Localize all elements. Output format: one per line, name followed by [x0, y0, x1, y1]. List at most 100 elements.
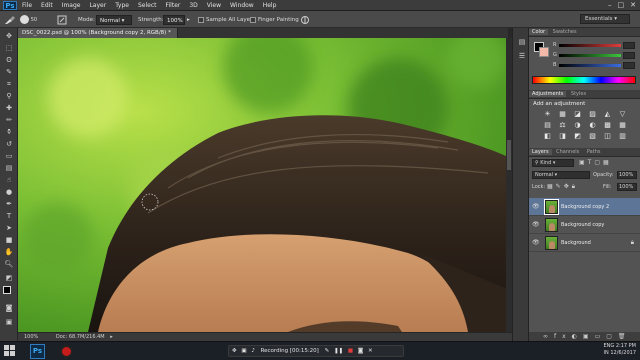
document-canvas[interactable]: [18, 38, 506, 332]
menu-edit[interactable]: Edit: [41, 0, 53, 11]
strength-input[interactable]: 100%: [163, 15, 185, 25]
finger-painting-checkbox[interactable]: Finger Painting: [250, 15, 299, 25]
layer-name[interactable]: Background copy 2: [561, 198, 609, 216]
maximize-button[interactable]: □: [618, 0, 625, 11]
tray-language[interactable]: ENG: [603, 343, 614, 349]
rec-screenshot-icon[interactable]: ◙: [358, 348, 363, 354]
curves-icon[interactable]: ◪: [573, 110, 582, 118]
selective-color-icon[interactable]: ▧: [588, 132, 597, 140]
layer-name[interactable]: Background: [561, 234, 591, 252]
quick-select-tool-icon[interactable]: ✎: [4, 68, 14, 76]
hand-tool-icon[interactable]: ✋: [4, 248, 14, 256]
history-panel-icon[interactable]: ▤: [517, 38, 527, 46]
workspace-dropdown[interactable]: Essentials ▾: [580, 14, 630, 24]
healing-brush-tool-icon[interactable]: ✚: [4, 104, 14, 112]
zoom-tool-icon[interactable]: 🔍︎: [4, 260, 14, 268]
menu-window[interactable]: Window: [230, 0, 254, 11]
mode-dropdown[interactable]: Normal ▾: [96, 15, 132, 25]
rec-camera-icon[interactable]: ▣: [241, 348, 246, 354]
red-slider[interactable]: R: [553, 42, 637, 49]
lasso-tool-icon[interactable]: ʘ: [4, 56, 14, 64]
history-brush-tool-icon[interactable]: ↺: [4, 140, 14, 148]
extra-adjust-icon[interactable]: ▥: [618, 132, 627, 140]
grid-adjust-icon[interactable]: ▦: [618, 121, 627, 129]
menu-3d[interactable]: 3D: [189, 0, 197, 11]
visibility-eye-icon[interactable]: 👁︎: [532, 203, 540, 210]
start-button-icon[interactable]: [4, 345, 16, 357]
opacity-input[interactable]: 100%: [617, 171, 637, 179]
green-slider-track[interactable]: [559, 54, 621, 57]
marquee-tool-icon[interactable]: ⬚: [4, 44, 14, 52]
rec-close-icon[interactable]: ✕: [368, 348, 373, 354]
brush-tool-icon[interactable]: ✏: [4, 116, 14, 124]
rec-pause-icon[interactable]: ❚❚: [334, 348, 343, 354]
color-balance-icon[interactable]: ▤: [543, 121, 552, 129]
pen-tool-icon[interactable]: ✒: [4, 200, 14, 208]
dodge-tool-icon[interactable]: ●: [4, 188, 14, 196]
photo-filter-icon[interactable]: ◑: [573, 121, 582, 129]
black-white-icon[interactable]: ⚖: [558, 121, 567, 129]
eraser-tool-icon[interactable]: ▭: [4, 152, 14, 160]
red-slider-track[interactable]: [559, 44, 621, 47]
shape-tool-icon[interactable]: ■: [4, 236, 14, 244]
rec-stop-icon[interactable]: ■: [348, 348, 353, 354]
channel-mixer-icon[interactable]: ◐: [588, 121, 597, 129]
color-lookup-icon[interactable]: ▩: [603, 121, 612, 129]
eyedropper-tool-icon[interactable]: ⚲: [4, 92, 14, 100]
menu-view[interactable]: View: [207, 0, 221, 11]
green-slider[interactable]: G: [553, 52, 637, 59]
hsl-icon[interactable]: ▽: [618, 110, 627, 118]
zoom-level[interactable]: 100%: [24, 334, 38, 340]
document-tab[interactable]: DSC_0022.psd @ 100% (Background copy 2, …: [18, 28, 178, 46]
blue-value-input[interactable]: [623, 62, 635, 69]
red-value-input[interactable]: [623, 42, 635, 49]
quick-mask-icon[interactable]: ◙: [4, 304, 14, 312]
sample-all-layers-checkbox[interactable]: Sample All Layers: [198, 15, 255, 25]
crop-tool-icon[interactable]: ⌗: [4, 80, 14, 88]
menu-type[interactable]: Type: [115, 0, 129, 11]
menu-image[interactable]: Image: [62, 0, 81, 11]
status-menu-arrow-icon[interactable]: ▸: [110, 334, 113, 340]
tab-color[interactable]: Color: [529, 29, 549, 35]
tray-date[interactable]: 12/6/2017: [610, 350, 636, 356]
brush-panel-icon[interactable]: [57, 15, 69, 25]
tray-time[interactable]: 2:17 PM: [616, 343, 636, 349]
visibility-eye-icon[interactable]: 👁︎: [532, 221, 540, 228]
vibrance-icon[interactable]: ◭: [603, 110, 612, 118]
brightness-contrast-icon[interactable]: ☀: [543, 110, 552, 118]
layers-footer-icons[interactable]: ∞fx◐▣▭▢🗑︎: [529, 332, 640, 341]
rec-move-icon[interactable]: ✥: [232, 348, 237, 354]
rec-pen-icon[interactable]: ✎: [325, 348, 330, 354]
layer-row[interactable]: 👁︎ Background copy 2: [529, 198, 640, 216]
gradient-tool-icon[interactable]: ▤: [4, 164, 14, 172]
menu-filter[interactable]: Filter: [166, 0, 181, 11]
layer-name[interactable]: Background copy: [561, 216, 604, 234]
posterize-icon[interactable]: ◨: [558, 132, 567, 140]
color-spectrum-bar[interactable]: [532, 76, 636, 84]
layer-row[interactable]: 👁︎ Background 🔒︎: [529, 234, 640, 252]
smudge-tool-icon[interactable]: ☝: [4, 176, 14, 184]
blue-slider-track[interactable]: [559, 64, 621, 67]
menu-file[interactable]: File: [22, 0, 32, 11]
layer-filter-dropdown[interactable]: ⚲ Kind ▾: [532, 159, 574, 167]
doc-info[interactable]: Doc: 68.7M/216.4M: [56, 334, 105, 340]
tab-adjustments[interactable]: Adjustments: [529, 91, 567, 97]
blue-slider[interactable]: B: [553, 62, 637, 69]
threshold-icon[interactable]: ◩: [573, 132, 582, 140]
tab-swatches[interactable]: Swatches: [550, 29, 580, 35]
rec-mic-icon[interactable]: ♪: [251, 348, 255, 354]
clone-stamp-tool-icon[interactable]: ⚱: [4, 128, 14, 136]
screen-mode-icon[interactable]: ▣: [4, 318, 14, 326]
properties-panel-icon[interactable]: ☰: [517, 52, 527, 60]
minimize-button[interactable]: –: [608, 0, 612, 11]
color-panel-background-swatch[interactable]: [539, 47, 549, 57]
gradient-map-icon[interactable]: ◫: [603, 132, 612, 140]
recorder-taskbar-icon[interactable]: [60, 345, 73, 358]
foreground-color-swatch[interactable]: [3, 286, 11, 294]
exposure-icon[interactable]: ▨: [588, 110, 597, 118]
tab-paths[interactable]: Paths: [584, 149, 604, 155]
menu-select[interactable]: Select: [138, 0, 157, 11]
default-colors-icon[interactable]: ◩: [4, 274, 14, 282]
move-tool-icon[interactable]: ✥: [4, 32, 14, 40]
tab-layers[interactable]: Layers: [529, 149, 552, 155]
